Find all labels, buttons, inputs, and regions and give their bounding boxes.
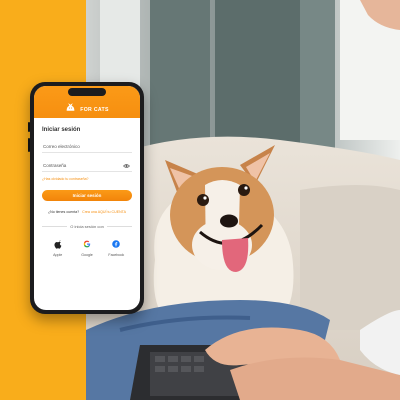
apple-icon xyxy=(51,237,65,251)
signup-prompt: ¿No tienes cuenta? Crea una AQUÍ tu CUEN… xyxy=(42,210,132,214)
password-placeholder: Contraseña xyxy=(43,163,67,168)
google-login-button[interactable]: Google xyxy=(72,237,101,257)
apple-login-button[interactable]: Apple xyxy=(43,237,72,257)
login-form: Iniciar sesión Correo electrónico Contra… xyxy=(34,118,140,257)
phone-notch xyxy=(68,88,106,96)
divider-text: O inicia sesión con xyxy=(70,224,104,229)
login-button[interactable]: Iniciar sesión xyxy=(42,190,132,201)
facebook-icon xyxy=(109,237,123,251)
apple-label: Apple xyxy=(53,253,63,257)
phone-screen: FOR CATS Iniciar sesión Correo electróni… xyxy=(34,86,140,310)
email-field[interactable]: Correo electrónico xyxy=(42,141,132,153)
google-icon xyxy=(80,237,94,251)
forgot-password-link[interactable]: ¿Has olvidado tu contraseña? xyxy=(42,177,132,181)
cat-logo-icon xyxy=(66,103,75,111)
divider-line-left xyxy=(42,226,68,227)
no-account-question: ¿No tienes cuenta? xyxy=(47,210,80,214)
create-account-link[interactable]: Crea una AQUÍ tu CUENTA xyxy=(82,210,126,214)
social-divider: O inicia sesión con xyxy=(42,224,133,229)
app-brand: FOR CATS xyxy=(80,107,109,113)
password-field[interactable]: Contraseña xyxy=(42,160,132,172)
eye-icon[interactable] xyxy=(123,163,130,169)
facebook-label: Facebook xyxy=(108,253,125,257)
divider-line-right xyxy=(106,226,133,227)
social-login-row: Apple Google Facebook xyxy=(42,237,132,257)
facebook-login-button[interactable]: Facebook xyxy=(102,237,131,257)
phone-mockup: FOR CATS Iniciar sesión Correo electróni… xyxy=(28,82,144,314)
login-title: Iniciar sesión xyxy=(42,127,81,133)
google-label: Google xyxy=(81,253,93,257)
email-placeholder: Correo electrónico xyxy=(43,144,80,149)
